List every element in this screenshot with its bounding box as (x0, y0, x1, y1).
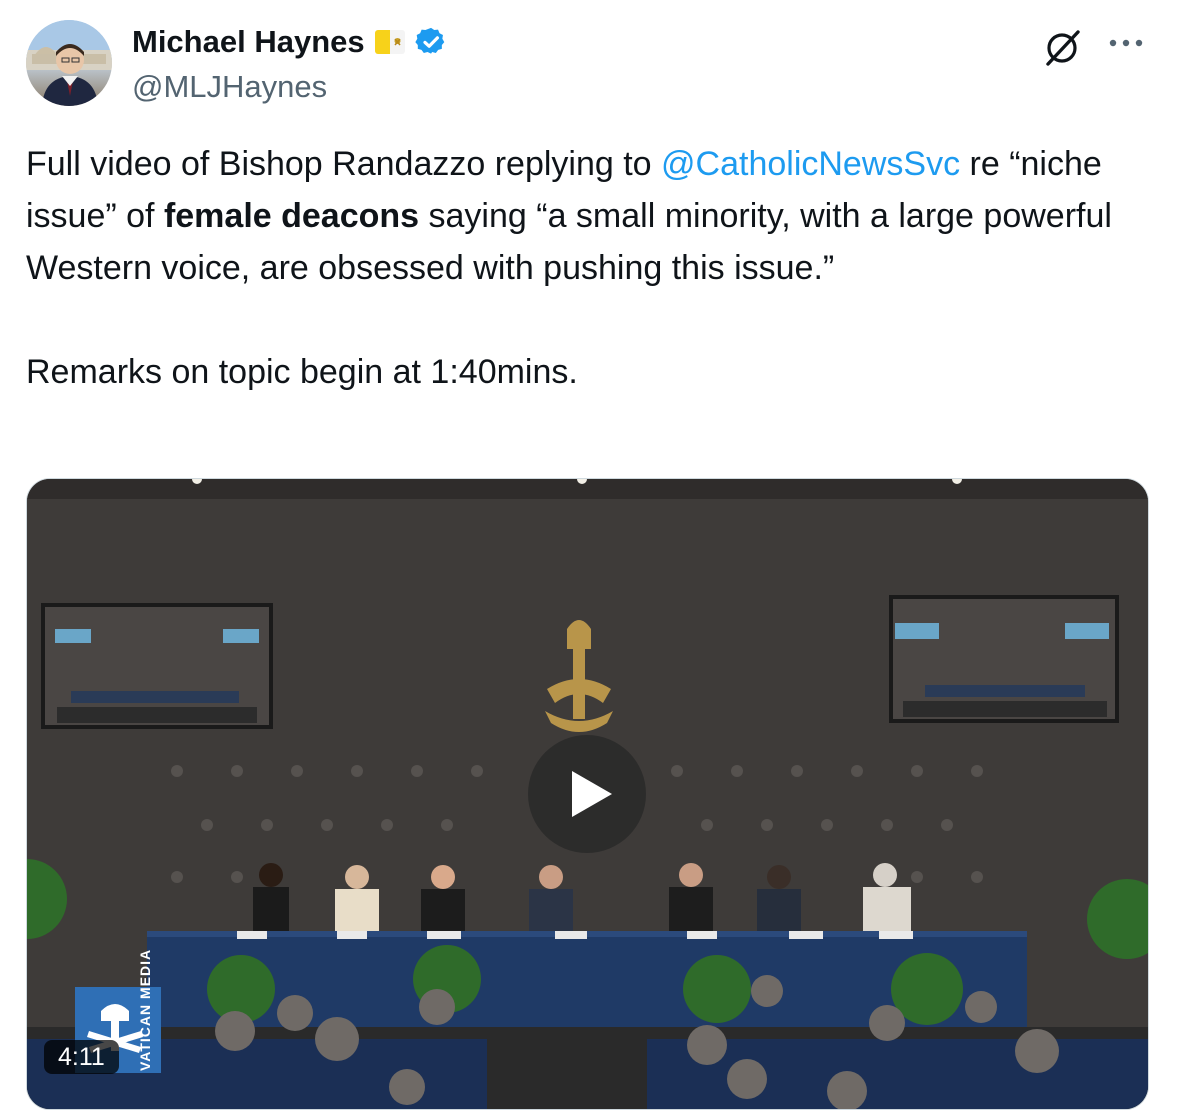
author-display-name[interactable]: Michael Haynes (132, 22, 365, 62)
play-icon[interactable] (528, 735, 646, 853)
vatican-flag-icon (374, 30, 405, 54)
video-player[interactable]: VATICAN MEDIA (26, 478, 1149, 1110)
vatican-media-text: VATICAN MEDIA (137, 948, 153, 1071)
grok-icon[interactable] (1040, 24, 1086, 70)
tweet-text-part: Full video of Bishop Randazzo replying t… (26, 145, 662, 183)
tweet-bold-text: female deacons (163, 197, 420, 235)
author-name-row: Michael Haynes (132, 22, 447, 62)
verified-badge-icon (414, 26, 447, 58)
more-horizontal-icon[interactable] (1104, 28, 1148, 58)
video-duration: 4:11 (44, 1040, 119, 1074)
avatar-image (26, 20, 112, 106)
avatar[interactable] (26, 20, 112, 106)
tweet-text: Full video of Bishop Randazzo replying t… (26, 138, 1166, 398)
right-monitor (889, 595, 1119, 723)
mention-link[interactable]: @CatholicNewsSvc (661, 145, 960, 183)
author-handle[interactable]: @MLJHaynes (132, 68, 327, 106)
left-monitor (41, 603, 273, 729)
